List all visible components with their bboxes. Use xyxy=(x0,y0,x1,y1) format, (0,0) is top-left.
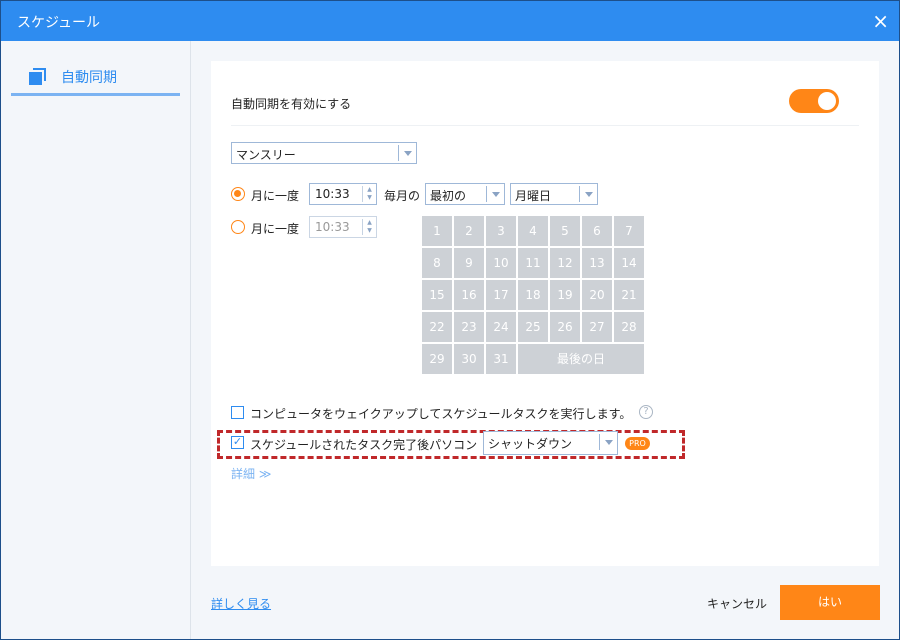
calendar-day[interactable]: 11 xyxy=(518,248,548,278)
calendar-day[interactable]: 4 xyxy=(518,216,548,246)
details-toggle[interactable]: 詳細 ≫ xyxy=(231,465,271,482)
sidebar-item-label: 自動同期 xyxy=(61,70,117,86)
pro-badge: PRO xyxy=(625,437,650,450)
each-month-label: 毎月の xyxy=(384,189,421,203)
calendar-day[interactable]: 31 xyxy=(486,344,516,374)
settings-panel: 自動同期を有効にする マンスリー 月に一度 10:33 ▲ ▼ 毎月の 最初の 月… xyxy=(211,61,879,566)
calendar-day[interactable]: 30 xyxy=(454,344,484,374)
calendar-day[interactable]: 17 xyxy=(486,280,516,310)
calendar-day[interactable]: 26 xyxy=(550,312,580,342)
option1-radio[interactable] xyxy=(231,187,245,201)
sidebar: 自動同期 xyxy=(1,41,191,639)
schedule-dialog: スケジュール × 自動同期 自動同期を有効にする マンスリー 月に一度 10:3… xyxy=(0,0,900,640)
learn-more-link[interactable]: 詳しく見る xyxy=(211,595,271,612)
frequency-value: マンスリー xyxy=(236,148,296,162)
option1-time-input[interactable]: 10:33 ▲ ▼ xyxy=(309,183,377,205)
week-order-select[interactable]: 最初の xyxy=(425,183,505,205)
shutdown-action-select[interactable]: シャットダウン xyxy=(483,431,618,455)
calendar-day[interactable]: 18 xyxy=(518,280,548,310)
calendar-day[interactable]: 25 xyxy=(518,312,548,342)
calendar-day[interactable]: 12 xyxy=(550,248,580,278)
close-icon[interactable]: × xyxy=(872,9,889,33)
calendar-last-day[interactable]: 最後の日 xyxy=(518,344,644,374)
wake-label: コンピュータをウェイクアップしてスケジュールタスクを実行します。 xyxy=(250,407,632,421)
calendar-day[interactable]: 16 xyxy=(454,280,484,310)
chevron-down-icon xyxy=(486,186,504,202)
calendar-day[interactable]: 27 xyxy=(582,312,612,342)
calendar-day[interactable]: 29 xyxy=(422,344,452,374)
calendar-day[interactable]: 1 xyxy=(422,216,452,246)
enable-label: 自動同期を有効にする xyxy=(231,97,352,111)
calendar-day[interactable]: 9 xyxy=(454,248,484,278)
sidebar-item-auto-sync[interactable]: 自動同期 xyxy=(11,61,180,96)
chevron-down-icon xyxy=(579,186,597,202)
calendar-day[interactable]: 22 xyxy=(422,312,452,342)
calendar-day[interactable]: 20 xyxy=(582,280,612,310)
calendar-day[interactable]: 7 xyxy=(614,216,644,246)
chevron-down-icon xyxy=(398,145,416,161)
title-bar: スケジュール × xyxy=(1,1,899,41)
option1-label: 月に一度 xyxy=(251,189,300,203)
cancel-button[interactable]: キャンセル xyxy=(707,595,767,612)
time-value: 10:33 xyxy=(315,187,350,201)
calendar-day[interactable]: 23 xyxy=(454,312,484,342)
shutdown-checkbox[interactable]: ✓ xyxy=(231,436,244,449)
chevron-down-icon xyxy=(599,434,617,450)
calendar-day[interactable]: 3 xyxy=(486,216,516,246)
divider xyxy=(231,125,859,126)
calendar-day[interactable]: 28 xyxy=(614,312,644,342)
shutdown-action-value: シャットダウン xyxy=(488,437,573,451)
wake-checkbox[interactable] xyxy=(231,406,244,419)
option2-radio[interactable] xyxy=(231,220,245,234)
option2-label: 月に一度 xyxy=(251,222,300,236)
calendar-day[interactable]: 10 xyxy=(486,248,516,278)
spinner-icon[interactable]: ▲ ▼ xyxy=(362,219,376,235)
calendar-day[interactable]: 15 xyxy=(422,280,452,310)
calendar-day[interactable]: 21 xyxy=(614,280,644,310)
enable-toggle[interactable] xyxy=(789,89,839,113)
calendar-day[interactable]: 14 xyxy=(614,248,644,278)
calendar-day[interactable]: 2 xyxy=(454,216,484,246)
ok-button[interactable]: はい xyxy=(780,585,880,620)
calendar-day[interactable]: 24 xyxy=(486,312,516,342)
time-value: 10:33 xyxy=(315,220,350,234)
calendar-day[interactable]: 19 xyxy=(550,280,580,310)
spinner-icon[interactable]: ▲ ▼ xyxy=(362,186,376,202)
calendar-day[interactable]: 8 xyxy=(422,248,452,278)
dialog-title: スケジュール xyxy=(17,15,101,31)
calendar-day[interactable]: 6 xyxy=(582,216,612,246)
calendar-day[interactable]: 5 xyxy=(550,216,580,246)
week-order-value: 最初の xyxy=(430,189,467,203)
option2-time-input[interactable]: 10:33 ▲ ▼ xyxy=(309,216,377,238)
weekday-value: 月曜日 xyxy=(515,189,552,203)
help-icon[interactable]: ? xyxy=(639,405,653,419)
calendar-day[interactable]: 13 xyxy=(582,248,612,278)
copy-icon xyxy=(29,68,46,85)
weekday-select[interactable]: 月曜日 xyxy=(510,183,598,205)
frequency-select[interactable]: マンスリー xyxy=(231,142,417,164)
shutdown-label: スケジュールされたタスク完了後パソコン xyxy=(250,438,478,452)
